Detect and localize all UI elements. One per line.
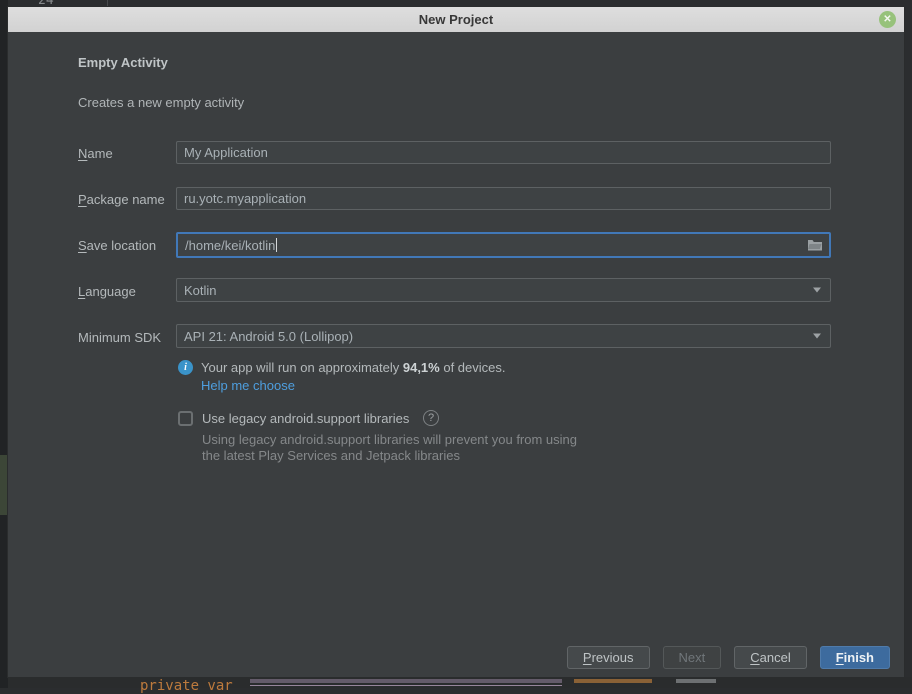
background-scrollbar-mark — [0, 455, 8, 515]
background-code-decor — [574, 679, 652, 683]
background-window-edge — [0, 0, 8, 688]
dialog-button-row: Previous Next Cancel Finish — [567, 646, 890, 669]
dialog-titlebar[interactable]: New Project ✕ — [8, 7, 904, 32]
language-label: Language — [78, 284, 136, 299]
help-me-choose-link[interactable]: Help me choose — [201, 378, 295, 393]
package-name-label: Package name — [78, 192, 165, 207]
help-icon[interactable]: ? — [423, 410, 439, 426]
chevron-down-icon — [813, 288, 821, 293]
sdk-coverage-percent: 94,1% — [403, 360, 440, 375]
save-location-input[interactable]: /home/kei/kotlin — [176, 232, 831, 258]
package-name-input[interactable]: ru.yotc.myapplication — [176, 187, 831, 210]
minimum-sdk-value: API 21: Android 5.0 (Lollipop) — [184, 329, 353, 344]
page-subtitle: Creates a new empty activity — [78, 95, 244, 110]
sdk-coverage-text: Your app will run on approximately 94,1%… — [201, 360, 506, 375]
name-label: Name — [78, 146, 113, 161]
background-editor-strip: private var — [8, 677, 912, 688]
background-code-decor — [676, 679, 716, 683]
info-icon: i — [178, 360, 193, 375]
dialog-title: New Project — [419, 12, 493, 27]
folder-icon[interactable] — [807, 239, 823, 252]
background-code-underline — [250, 685, 562, 686]
save-location-value: /home/kei/kotlin — [185, 238, 275, 253]
close-icon[interactable]: ✕ — [879, 11, 896, 28]
background-code-decor — [250, 679, 562, 683]
legacy-support-checkbox[interactable] — [178, 411, 193, 426]
legacy-support-description: Using legacy android.support libraries w… — [202, 432, 577, 464]
dialog-content: Empty Activity Creates a new empty activ… — [8, 32, 904, 677]
text-caret — [276, 238, 277, 252]
finish-button[interactable]: Finish — [820, 646, 890, 669]
package-name-value: ru.yotc.myapplication — [184, 191, 306, 206]
minimum-sdk-select[interactable]: API 21: Android 5.0 (Lollipop) — [176, 324, 831, 348]
name-value: My Application — [184, 145, 268, 160]
name-input[interactable]: My Application — [176, 141, 831, 164]
language-select[interactable]: Kotlin — [176, 278, 831, 302]
next-button[interactable]: Next — [663, 646, 722, 669]
minimum-sdk-label: Minimum SDK — [78, 330, 161, 345]
page-title: Empty Activity — [78, 55, 168, 70]
previous-button[interactable]: Previous — [567, 646, 650, 669]
cancel-button[interactable]: Cancel — [734, 646, 806, 669]
chevron-down-icon — [813, 334, 821, 339]
background-code-fragment: private var — [140, 678, 233, 694]
editor-gutter-divider — [107, 0, 108, 7]
legacy-support-label: Use legacy android.support libraries — [202, 411, 409, 426]
language-value: Kotlin — [184, 283, 217, 298]
new-project-dialog: New Project ✕ Empty Activity Creates a n… — [8, 7, 904, 677]
save-location-label: Save location — [78, 238, 156, 253]
